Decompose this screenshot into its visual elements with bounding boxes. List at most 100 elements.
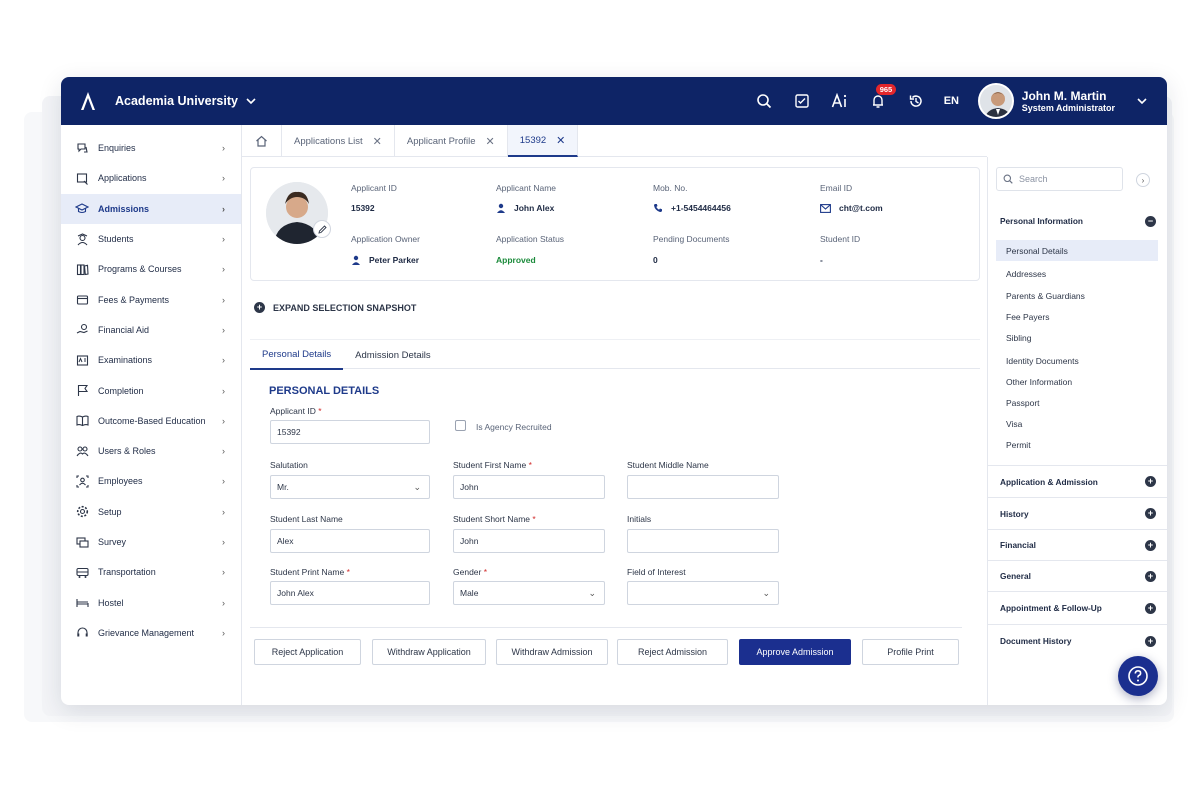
plus-circle-icon[interactable]: + [1145,635,1156,647]
sidebar-item-label: Grievance Management [98,627,195,638]
bus-icon [75,565,89,579]
help-icon [1128,666,1148,686]
panel-item-addresses[interactable]: Addresses [996,263,1158,284]
tab-applicant-profile[interactable]: Applicant Profile ✕ [395,125,508,157]
section-history[interactable]: History + [988,498,1167,530]
reject-application-button[interactable]: Reject Application [254,639,361,665]
panel-item-visa[interactable]: Visa [996,413,1158,434]
panel-item-sibling[interactable]: Sibling [996,327,1158,348]
help-button[interactable] [1118,656,1158,696]
minus-circle-icon[interactable]: − [1145,215,1156,227]
tab-applicant-15392[interactable]: 15392 ✕ [507,125,579,157]
chevron-right-icon: › [222,355,225,366]
plus-circle-icon[interactable]: + [1145,570,1156,582]
sidebar-item-grievance[interactable]: Grievance Management › [61,618,241,648]
section-appointment-follow-up[interactable]: Appointment & Follow-Up + [988,592,1167,625]
sidebar-item-fees-payments[interactable]: Fees & Payments › [61,284,241,314]
panel-search-input[interactable]: Search [996,167,1123,191]
profile-print-button[interactable]: Profile Print [862,639,959,665]
close-icon[interactable]: ✕ [486,135,495,148]
tab-admission-details[interactable]: Admission Details [343,340,443,370]
panel-item-personal-details[interactable]: Personal Details [996,240,1158,261]
panel-item-identity-documents[interactable]: Identity Documents [996,350,1158,371]
wallet-icon [75,293,89,307]
section-label: Document History [1000,636,1072,646]
chevron-right-icon[interactable]: › [1136,173,1150,187]
sidebar-item-programs-courses[interactable]: Programs & Courses › [61,254,241,284]
sidebar-item-students[interactable]: Students › [61,224,241,254]
tab-personal-details[interactable]: Personal Details [250,340,344,370]
language-selector[interactable]: EN [944,95,959,107]
chevron-right-icon: › [222,234,225,245]
sidebar-item-admissions[interactable]: Admissions › [61,193,241,224]
section-document-history[interactable]: Document History + [988,625,1167,657]
sidebar-item-setup[interactable]: Setup › [61,497,241,527]
mail-icon [820,203,831,213]
agency-recruited-checkbox[interactable] [455,420,466,431]
sidebar-item-employees[interactable]: Employees › [61,466,241,496]
logo-icon[interactable] [61,77,115,125]
student-id-label: Student ID [820,234,861,244]
sidebar-item-users-roles[interactable]: Users & Roles › [61,436,241,466]
close-icon[interactable]: ✕ [556,134,565,147]
panel-item-passport[interactable]: Passport [996,392,1158,413]
panel-item-other-information[interactable]: Other Information [996,371,1158,392]
history-icon[interactable] [906,91,926,111]
sidebar-item-survey[interactable]: Survey › [61,527,241,557]
sidebar-item-label: Hostel [98,597,124,608]
sidebar-item-enquiries[interactable]: Enquiries › [61,133,241,163]
print-name-input[interactable]: John Alex [270,581,430,605]
interest-select[interactable]: ⌄ [627,581,779,605]
sidebar-item-completion[interactable]: Completion › [61,375,241,405]
bell-icon[interactable]: 965 [868,84,897,111]
short-name-input[interactable]: John [453,529,605,553]
sidebar-item-hostel[interactable]: Hostel › [61,587,241,617]
plus-circle-icon[interactable]: + [1145,476,1156,487]
mob-label: Mob. No. [653,183,688,193]
tab-home[interactable] [242,125,282,157]
close-icon[interactable]: ✕ [373,135,382,148]
sidebar-item-label: Survey [98,537,127,547]
panel-item-fee-payers[interactable]: Fee Payers [996,306,1158,327]
gender-select[interactable]: Male ⌄ [453,581,605,605]
applicant-id-input[interactable]: 15392 [270,420,430,444]
sidebar-item-transportation[interactable]: Transportation › [61,557,241,587]
expand-snapshot-button[interactable]: + EXPAND SELECTION SNAPSHOT [254,302,416,313]
student-id-value: - [820,255,823,265]
edit-photo-button[interactable] [313,220,331,238]
tab-applications-list[interactable]: Applications List ✕ [282,125,395,157]
last-name-input[interactable]: Alex [270,529,430,553]
user-menu[interactable]: John M. Martin System Administrator [977,82,1147,120]
applications-icon [75,171,89,185]
section-personal-information[interactable]: Personal Information − [988,209,1167,233]
chevron-right-icon: › [222,627,225,638]
sidebar-item-applications[interactable]: Applications › [61,163,241,193]
withdraw-admission-button[interactable]: Withdraw Admission [496,639,608,665]
user-info: John M. Martin System Administrator [1022,89,1115,113]
panel-item-parents-guardians[interactable]: Parents & Guardians [996,285,1158,306]
withdraw-application-button[interactable]: Withdraw Application [372,639,486,665]
section-application-admission[interactable]: Application & Admission + [988,466,1167,498]
approve-admission-button[interactable]: Approve Admission [739,639,851,665]
plus-circle-icon[interactable]: + [1145,602,1156,614]
sidebar-item-examinations[interactable]: Examinations › [61,345,241,375]
institution-switcher[interactable]: Academia University [115,94,256,108]
sidebar-item-label: Admissions [98,203,150,214]
panel-item-permit[interactable]: Permit [996,434,1158,455]
ai-icon[interactable] [830,91,850,111]
section-financial[interactable]: Financial + [988,530,1167,561]
salutation-select[interactable]: Mr. ⌄ [270,475,430,499]
tasks-icon[interactable] [792,91,812,111]
initials-input[interactable] [627,529,779,553]
middle-name-input[interactable] [627,475,779,499]
chevron-right-icon: › [222,324,225,335]
sidebar-item-obe[interactable]: Outcome-Based Education › [61,406,241,436]
first-name-input[interactable]: John [453,475,605,499]
plus-circle-icon[interactable]: + [1145,508,1156,519]
search-icon[interactable] [754,91,774,111]
reject-admission-button[interactable]: Reject Admission [617,639,728,665]
sidebar-item-financial-aid[interactable]: Financial Aid › [61,315,241,345]
plus-circle-icon[interactable]: + [1145,539,1156,551]
section-general[interactable]: General + [988,561,1167,592]
pending-docs-label: Pending Documents [653,234,730,244]
